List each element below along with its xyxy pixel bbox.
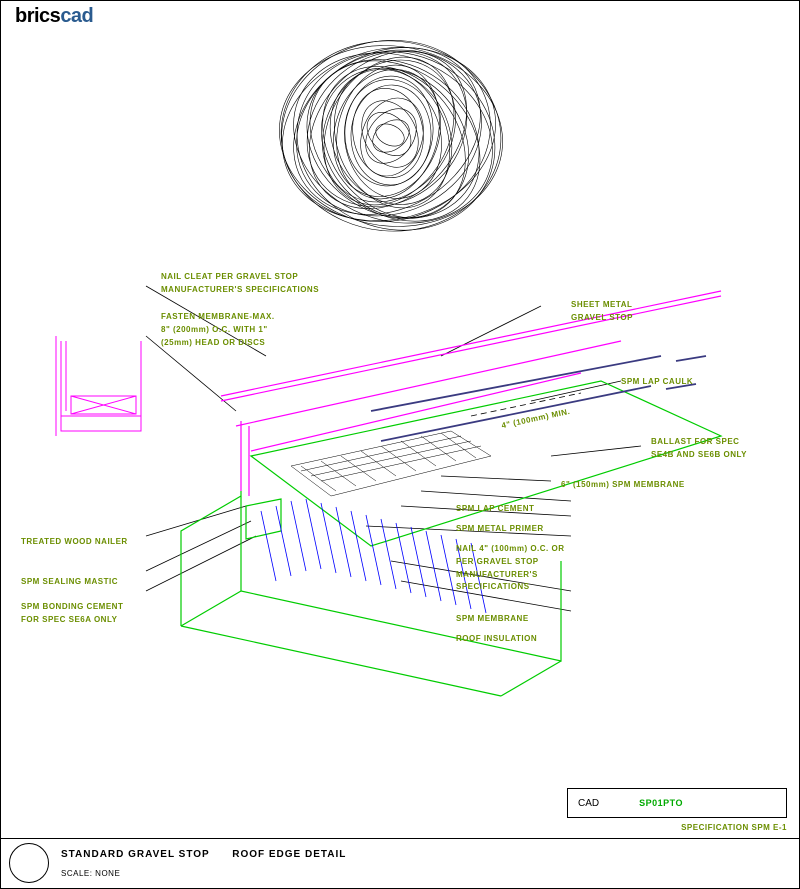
detail-marker-circle [9,843,49,883]
label-spm-lap-cement: SPM LAP CEMENT [456,503,534,516]
label-spm-bonding: SPM BONDING CEMENT FOR SPEC SE6A ONLY [21,601,123,627]
label-spm-metal-primer: SPM METAL PRIMER [456,523,544,536]
logo-cad: cad [60,5,93,27]
title-text: STANDARD GRAVEL STOP ROOF EDGE DETAIL [61,849,346,860]
cad-box-label: CAD [578,798,599,809]
label-sheet-metal: SHEET METAL GRAVEL STOP [571,299,633,325]
label-roof-insulation: ROOF INSULATION [456,633,537,646]
label-spm-membrane: SPM MEMBRANE [456,613,529,626]
scale-text: SCALE: NONE [61,869,120,878]
label-ballast: BALLAST FOR SPEC SE4B AND SE6B ONLY [651,436,747,462]
label-treated-wood: TREATED WOOD NAILER [21,536,128,549]
title-main: STANDARD GRAVEL STOP [61,849,210,860]
spec-code: SPECIFICATION SPM E-1 [681,823,787,832]
label-membrane-150: 6" (150mm) SPM MEMBRANE [561,479,685,492]
drawing-canvas: bricscad [0,0,800,889]
label-fasten-membrane: FASTEN MEMBRANE-MAX. 8" (200mm) O.C. WIT… [161,311,275,349]
title-sub: ROOF EDGE DETAIL [232,849,346,860]
label-spm-lap-caulk: SPM LAP CAULK [621,376,693,389]
bricscad-logo: bricscad [15,5,93,28]
title-block: STANDARD GRAVEL STOP ROOF EDGE DETAIL SC… [1,838,799,888]
roof-detail-drawing [21,281,781,711]
label-nail-cleat: NAIL CLEAT PER GRAVEL STOP MANUFACTURER'… [161,271,319,297]
label-nail-4: NAIL 4" (100mm) O.C. OR PER GRAVEL STOP … [456,543,565,594]
logo-brics: brics [15,5,60,27]
scribble-graphic [261,21,521,251]
cad-id-box: CAD SP01PTO [567,788,787,818]
label-spm-sealing: SPM SEALING MASTIC [21,576,118,589]
cad-box-code: SP01PTO [639,798,683,808]
